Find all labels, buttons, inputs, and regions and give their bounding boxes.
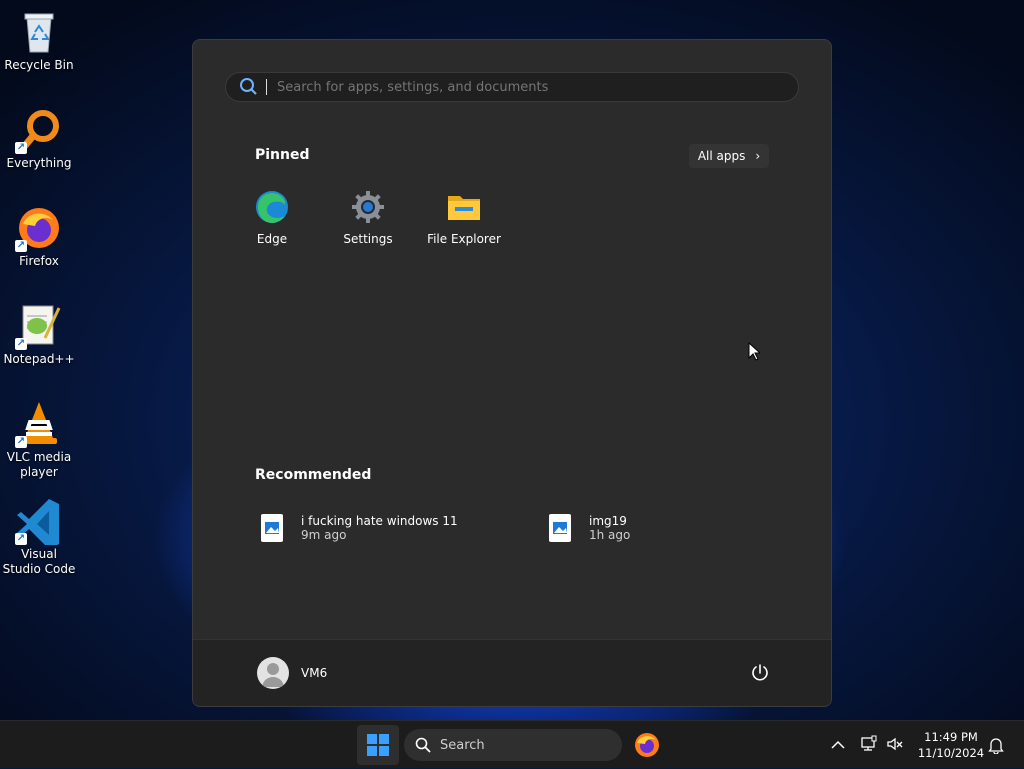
file-explorer-icon	[447, 190, 481, 224]
desktop-icon-notepadpp[interactable]: ↗ Notepad++	[2, 302, 76, 367]
clock-date: 11/10/2024	[917, 746, 985, 760]
all-apps-label: All apps	[697, 149, 746, 163]
recommended-file-name: i fucking hate windows 11	[301, 514, 458, 528]
taskbar-search-box[interactable]: Search	[404, 729, 622, 761]
edge-icon	[255, 190, 289, 224]
all-apps-button[interactable]: All apps ›	[689, 144, 769, 168]
notepad-plus-plus-icon: ↗	[15, 302, 63, 350]
notification-bell-icon[interactable]	[988, 736, 1004, 754]
network-icon[interactable]	[860, 735, 878, 753]
pinned-app-label: Edge	[256, 232, 288, 246]
desktop-icon-recycle-bin[interactable]: Recycle Bin	[2, 8, 76, 73]
desktop-icon-label: Notepad++	[3, 352, 75, 366]
desktop-icon-everything[interactable]: ↗ Everything	[2, 106, 76, 171]
clock-time: 11:49 PM	[924, 730, 978, 744]
recommended-file-time: 1h ago	[589, 528, 631, 542]
image-file-icon	[549, 514, 571, 542]
shortcut-arrow-icon: ↗	[15, 436, 27, 448]
desktop-icon-label: Everything	[6, 156, 72, 170]
search-icon	[415, 737, 431, 753]
desktop-icon-label: Visual Studio Code	[2, 547, 76, 576]
image-file-icon	[261, 514, 283, 542]
shortcut-arrow-icon: ↗	[15, 533, 27, 545]
desktop-icon-label: VLC media player	[6, 450, 72, 479]
taskbar-search-label: Search	[440, 737, 485, 753]
desktop-icon-vscode[interactable]: ↗ Visual Studio Code	[2, 497, 76, 577]
vlc-icon: ↗	[15, 400, 63, 448]
recommended-file-time: 9m ago	[301, 528, 347, 542]
pinned-app-label: Settings	[343, 232, 393, 246]
taskbar: Search 11:49 PM 11/10/2024	[0, 720, 1024, 768]
shortcut-arrow-icon: ↗	[15, 142, 27, 154]
start-button[interactable]	[357, 725, 399, 765]
taskbar-app-firefox[interactable]	[633, 731, 661, 759]
user-name[interactable]: VM6	[301, 666, 327, 680]
firefox-icon	[635, 733, 659, 757]
recycle-bin-icon	[15, 8, 63, 56]
windows-logo-icon	[367, 734, 389, 756]
chevron-right-icon: ›	[755, 149, 761, 163]
volume-muted-icon[interactable]	[886, 735, 904, 753]
mouse-cursor-icon	[748, 342, 760, 361]
desktop-icon-vlc[interactable]: ↗ VLC media player	[2, 400, 76, 480]
desktop-icon-label: Firefox	[19, 254, 59, 268]
start-menu: Pinned All apps › Edge Settings File Exp…	[192, 39, 832, 707]
shortcut-arrow-icon: ↗	[15, 338, 27, 350]
pinned-app-settings[interactable]: Settings	[320, 190, 416, 246]
pinned-app-edge[interactable]: Edge	[224, 190, 320, 246]
search-icon	[240, 78, 257, 95]
everything-search-icon: ↗	[15, 106, 63, 154]
firefox-icon: ↗	[15, 204, 63, 252]
settings-gear-icon	[351, 190, 385, 224]
recommended-file-name: img19	[589, 514, 627, 528]
start-search-input[interactable]	[275, 78, 779, 96]
desktop-icon-firefox[interactable]: ↗ Firefox	[2, 204, 76, 269]
desktop-icon-label: Recycle Bin	[4, 58, 74, 72]
user-avatar[interactable]	[257, 657, 289, 689]
power-icon	[752, 664, 768, 681]
system-clock[interactable]: 11:49 PM 11/10/2024	[912, 729, 990, 761]
start-menu-footer: VM6	[193, 639, 831, 706]
pinned-app-label: File Explorer	[427, 232, 501, 246]
power-button[interactable]	[749, 662, 771, 684]
recommended-item[interactable]: i fucking hate windows 11 9m ago	[261, 510, 458, 546]
pinned-app-file-explorer[interactable]: File Explorer	[416, 190, 512, 246]
chevron-up-icon[interactable]	[830, 738, 846, 752]
recommended-heading: Recommended	[255, 467, 372, 483]
vscode-icon: ↗	[15, 497, 63, 549]
recommended-item[interactable]: img19 1h ago	[549, 510, 630, 546]
user-icon	[262, 663, 284, 687]
pinned-heading: Pinned	[255, 147, 310, 163]
start-search-box[interactable]	[225, 72, 799, 102]
text-caret	[266, 79, 267, 95]
shortcut-arrow-icon: ↗	[15, 240, 27, 252]
